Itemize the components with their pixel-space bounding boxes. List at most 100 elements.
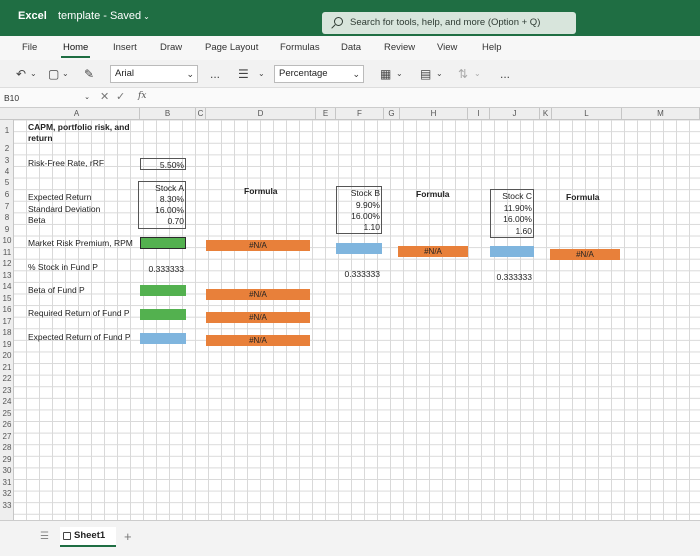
row-header-23[interactable]: 23 bbox=[0, 386, 14, 395]
tab-data[interactable]: Data bbox=[341, 42, 361, 53]
cell-h10[interactable]: #N/A bbox=[398, 246, 468, 257]
tab-review[interactable]: Review bbox=[384, 42, 415, 53]
cell-d10[interactable]: #N/A bbox=[206, 240, 310, 251]
row-header-24[interactable]: 24 bbox=[0, 397, 14, 406]
row-header-31[interactable]: 31 bbox=[0, 478, 14, 487]
cell-d16[interactable]: #N/A bbox=[206, 312, 310, 323]
number-format-select[interactable]: Percentage ⌄ bbox=[274, 65, 364, 83]
cell-d18[interactable]: #N/A bbox=[206, 335, 310, 346]
column-header-b[interactable]: B bbox=[140, 108, 196, 120]
cell-b14-input[interactable] bbox=[140, 285, 186, 296]
sort-filter-icon[interactable]: ⇅ bbox=[458, 65, 468, 83]
row-header-11[interactable]: 11 bbox=[0, 248, 14, 257]
column-header-e[interactable]: E bbox=[316, 108, 336, 120]
row-header-33[interactable]: 33 bbox=[0, 501, 14, 510]
row-header-4[interactable]: 4 bbox=[0, 167, 14, 176]
column-header-f[interactable]: F bbox=[336, 108, 384, 120]
cell-d14[interactable]: #N/A bbox=[206, 289, 310, 300]
chevron-down-icon[interactable]: ⌄ bbox=[62, 65, 69, 83]
column-header-d[interactable]: D bbox=[206, 108, 316, 120]
column-header-a[interactable]: A bbox=[14, 108, 140, 120]
cell-d-formula-header[interactable]: Formula bbox=[244, 186, 278, 196]
column-header-m[interactable]: M bbox=[622, 108, 700, 120]
cell-a8[interactable]: Beta bbox=[28, 215, 46, 225]
row-header-18[interactable]: 18 bbox=[0, 328, 14, 337]
row-header-2[interactable]: 2 bbox=[0, 144, 14, 153]
tab-home[interactable]: Home bbox=[60, 42, 91, 58]
column-header-h[interactable]: H bbox=[400, 108, 468, 120]
cell-a18[interactable]: Expected Return of Fund P bbox=[28, 332, 131, 342]
row-header-9[interactable]: 9 bbox=[0, 225, 14, 234]
cell-h-formula-header[interactable]: Formula bbox=[416, 189, 450, 199]
sheet-list-icon[interactable]: ☰ bbox=[40, 531, 49, 542]
cell-a16[interactable]: Required Return of Fund P bbox=[28, 308, 130, 318]
row-header-21[interactable]: 21 bbox=[0, 363, 14, 372]
cell-a12[interactable]: % Stock in Fund P bbox=[28, 262, 98, 272]
insert-cells-icon[interactable]: ▤ bbox=[420, 65, 431, 83]
row-header-22[interactable]: 22 bbox=[0, 374, 14, 383]
row-header-8[interactable]: 8 bbox=[0, 213, 14, 222]
row-header-27[interactable]: 27 bbox=[0, 432, 14, 441]
document-title[interactable]: template - Saved ⌄ bbox=[58, 10, 150, 22]
tab-insert[interactable]: Insert bbox=[113, 42, 137, 53]
chevron-down-icon[interactable]: ⌄ bbox=[436, 65, 443, 83]
row-header-29[interactable]: 29 bbox=[0, 455, 14, 464]
search-box[interactable]: Search for tools, help, and more (Option… bbox=[322, 12, 576, 34]
cell-l10[interactable]: #N/A bbox=[550, 249, 620, 260]
tab-view[interactable]: View bbox=[437, 42, 457, 53]
row-header-6[interactable]: 6 bbox=[0, 190, 14, 199]
row-header-13[interactable]: 13 bbox=[0, 271, 14, 280]
row-header-16[interactable]: 16 bbox=[0, 305, 14, 314]
cell-a7[interactable]: Standard Deviation bbox=[28, 204, 100, 214]
row-header-17[interactable]: 17 bbox=[0, 317, 14, 326]
row-header-5[interactable]: 5 bbox=[0, 178, 14, 187]
row-header-26[interactable]: 26 bbox=[0, 420, 14, 429]
row-header-19[interactable]: 19 bbox=[0, 340, 14, 349]
chevron-down-icon[interactable]: ⌄ bbox=[258, 65, 265, 83]
cell-f12[interactable]: 0.333333 bbox=[336, 269, 380, 279]
function-icon[interactable]: fx bbox=[138, 91, 146, 101]
cell-b12[interactable]: 0.333333 bbox=[140, 264, 184, 274]
chevron-down-icon[interactable]: ⌄ bbox=[30, 65, 37, 83]
row-header-15[interactable]: 15 bbox=[0, 294, 14, 303]
column-header-g[interactable]: G bbox=[384, 108, 400, 120]
align-icon[interactable]: ☰ bbox=[238, 65, 249, 83]
row-header-20[interactable]: 20 bbox=[0, 351, 14, 360]
cancel-icon[interactable]: ✕ bbox=[100, 90, 109, 103]
row-header-1[interactable]: 1 bbox=[0, 126, 14, 135]
cell-a10[interactable]: Market Risk Premium, RPM bbox=[28, 238, 133, 248]
cell-b10-input[interactable] bbox=[140, 237, 186, 249]
row-header-30[interactable]: 30 bbox=[0, 466, 14, 475]
format-painter-icon[interactable]: ✎ bbox=[84, 65, 94, 83]
cell-l-formula-header[interactable]: Formula bbox=[566, 192, 600, 202]
column-header-k[interactable]: K bbox=[540, 108, 552, 120]
name-box[interactable]: B10 ⌄ bbox=[0, 90, 92, 106]
tab-page-layout[interactable]: Page Layout bbox=[205, 42, 258, 53]
tab-formulas[interactable]: Formulas bbox=[280, 42, 320, 53]
chevron-down-icon[interactable]: ⌄ bbox=[474, 65, 481, 83]
clipboard-icon[interactable]: ▢ bbox=[48, 65, 59, 83]
row-header-10[interactable]: 10 bbox=[0, 236, 14, 245]
column-header-c[interactable]: C bbox=[196, 108, 206, 120]
row-header-32[interactable]: 32 bbox=[0, 489, 14, 498]
row-header-14[interactable]: 14 bbox=[0, 282, 14, 291]
cell-a14[interactable]: Beta of Fund P bbox=[28, 285, 85, 295]
chevron-down-icon[interactable]: ⌄ bbox=[396, 65, 403, 83]
more-options-button[interactable]: ... bbox=[500, 65, 510, 83]
column-header-j[interactable]: J bbox=[490, 108, 540, 120]
tab-help[interactable]: Help bbox=[482, 42, 502, 53]
cell-a6[interactable]: Expected Return bbox=[28, 192, 91, 202]
row-header-25[interactable]: 25 bbox=[0, 409, 14, 418]
cell-b16-input[interactable] bbox=[140, 309, 186, 320]
row-header-28[interactable]: 28 bbox=[0, 443, 14, 452]
cell-a1-title[interactable]: CAPM, portfolio risk, and bbox=[28, 122, 130, 132]
cell-b18-output[interactable] bbox=[140, 333, 186, 344]
row-header-3[interactable]: 3 bbox=[0, 156, 14, 165]
sheet-tab-sheet1[interactable]: Sheet1 bbox=[60, 527, 116, 547]
check-icon[interactable]: ✓ bbox=[116, 90, 125, 103]
column-header-i[interactable]: I bbox=[468, 108, 490, 120]
font-select[interactable]: Arial ⌄ bbox=[110, 65, 198, 83]
row-header-12[interactable]: 12 bbox=[0, 259, 14, 268]
row-header-7[interactable]: 7 bbox=[0, 202, 14, 211]
tab-draw[interactable]: Draw bbox=[160, 42, 182, 53]
